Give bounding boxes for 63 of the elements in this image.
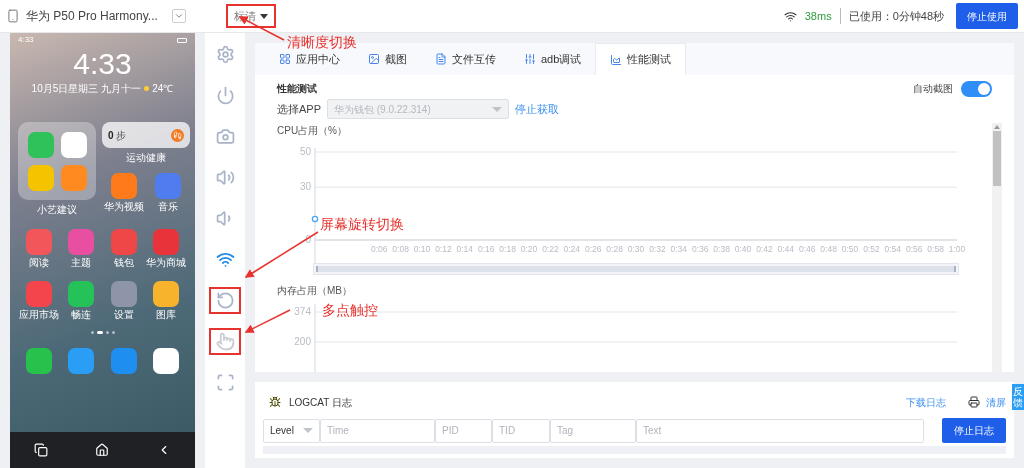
x-tick-label: 0:10 xyxy=(413,244,431,254)
chart-title: 内存占用（MB） xyxy=(277,283,353,298)
y-tick-label: 50 xyxy=(299,146,311,157)
y-tick-label: 200 xyxy=(294,335,311,347)
x-tick-label: 0:54 xyxy=(884,244,902,254)
select-app-label: 选择APP xyxy=(277,101,321,117)
app-label: 钱包 xyxy=(113,257,134,269)
x-tick-label: 0:44 xyxy=(777,244,795,254)
x-tick-label: 0:58 xyxy=(927,244,944,254)
x-tick-label: 0:42 xyxy=(756,244,773,254)
x-tick-label: 0:26 xyxy=(584,244,602,254)
x-tick-label: 0:14 xyxy=(456,244,474,254)
x-tick-label: 0:28 xyxy=(606,244,623,254)
x-tick-label: 0:24 xyxy=(563,244,581,254)
app-label: 华为商城 xyxy=(145,257,186,269)
x-tick-label: 0:22 xyxy=(542,244,559,254)
temperature-text: 24℃ xyxy=(152,82,174,96)
x-tick-label: 0:52 xyxy=(863,244,880,254)
x-tick-label: 0:30 xyxy=(627,244,645,254)
x-tick-label: 0:32 xyxy=(649,244,666,254)
x-tick-label: 0:34 xyxy=(670,244,688,254)
lunar-date-text: 九月十一 xyxy=(101,82,142,96)
x-tick-label: 0:56 xyxy=(905,244,923,254)
date-text: 10月5日星期三 xyxy=(31,82,99,96)
y-tick-label: 374 xyxy=(294,305,311,317)
app-label: 华为视频 xyxy=(104,201,144,213)
auto-screenshot-label: 自动截图 xyxy=(913,82,953,96)
x-tick-label: 0:48 xyxy=(820,244,837,254)
x-tick-label: 0:16 xyxy=(477,244,495,254)
app-label: 主题 xyxy=(71,257,92,269)
app-label: 音乐 xyxy=(158,201,178,213)
annotation-label: 清晰度切换 xyxy=(287,33,357,52)
annotation-label: 多点触控 xyxy=(322,301,378,320)
clock-text: 4:33 xyxy=(73,47,132,81)
app-label: 设置 xyxy=(113,309,134,321)
chart-title: CPU占用（%） xyxy=(277,124,348,138)
x-tick-label: 0:18 xyxy=(499,244,516,254)
x-tick-label: 0:06 xyxy=(370,244,388,254)
x-tick-label: 1:00 xyxy=(948,244,966,254)
latency-text: 38ms xyxy=(804,8,832,24)
widget-label: 运动健康 xyxy=(126,151,166,165)
x-tick-label: 0:36 xyxy=(691,244,709,254)
device-name: 华为 P50 Pro Harmony... xyxy=(26,8,158,25)
annotation-label: 屏幕旋转切换 xyxy=(320,215,404,234)
x-tick-label: 0:12 xyxy=(435,244,452,254)
x-tick-label: 0:40 xyxy=(734,244,752,254)
y-tick-label: 30 xyxy=(299,181,311,193)
x-tick-label: 0:08 xyxy=(392,244,409,254)
step-count: 0 xyxy=(108,128,114,143)
x-tick-label: 0:38 xyxy=(713,244,730,254)
usage-time-text: 已使用：0分钟48秒 xyxy=(848,8,944,24)
step-unit: 步 xyxy=(115,128,126,143)
status-bar-time: 4:33 xyxy=(18,35,34,45)
x-tick-label: 0:50 xyxy=(841,244,859,254)
app-label: 阅读 xyxy=(29,257,50,269)
app-label: 畅连 xyxy=(71,309,92,321)
x-tick-label: 0:20 xyxy=(520,244,538,254)
app-label: 图库 xyxy=(155,309,176,321)
x-tick-label: 0:46 xyxy=(798,244,816,254)
section-title: 性能测试 xyxy=(277,82,318,96)
folder-label: 小艺建议 xyxy=(37,203,77,217)
app-label: 应用市场 xyxy=(19,309,60,321)
logcat-title: LOGCAT 日志 xyxy=(289,395,352,410)
